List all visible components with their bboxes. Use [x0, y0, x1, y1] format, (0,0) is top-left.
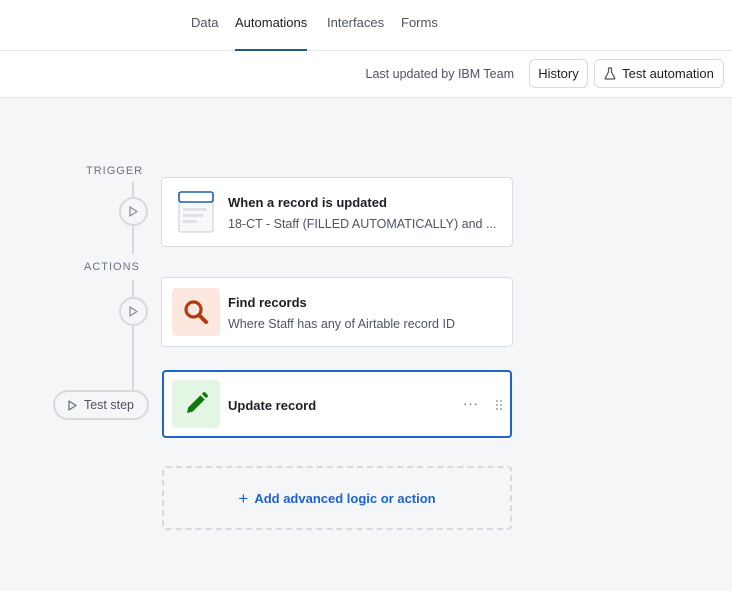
tab-data[interactable]: Data — [191, 15, 218, 51]
add-action-button[interactable]: + Add advanced logic or action — [162, 466, 512, 530]
play-icon — [129, 306, 138, 317]
plus-icon: + — [238, 488, 249, 508]
play-icon — [68, 399, 77, 411]
pencil-icon — [187, 391, 209, 413]
find-records-card[interactable]: Find records Where Staff has any of Airt… — [161, 277, 513, 347]
drag-handle-icon[interactable] — [495, 399, 503, 411]
history-button[interactable]: History — [529, 59, 588, 88]
trigger-card[interactable]: When a record is updated 18-CT - Staff (… — [161, 177, 513, 247]
trigger-section-label: TRIGGER — [86, 165, 144, 177]
top-nav: Data Automations Interfaces Forms — [0, 0, 732, 51]
update-record-card[interactable]: Update record ··· — [162, 370, 512, 438]
last-updated-text: Last updated by IBM Team — [365, 67, 514, 81]
update-record-title: Update record — [228, 398, 317, 413]
add-action-label: Add advanced logic or action — [254, 490, 436, 506]
history-button-label: History — [538, 66, 579, 81]
tab-automations[interactable]: Automations — [235, 15, 308, 51]
find-records-icon-box — [172, 288, 220, 336]
play-icon — [129, 206, 138, 217]
tab-interfaces[interactable]: Interfaces — [327, 15, 384, 51]
more-options-icon[interactable]: ··· — [463, 396, 479, 411]
tab-forms[interactable]: Forms — [401, 15, 438, 51]
run-find-step-button[interactable] — [119, 297, 148, 326]
find-records-title: Find records — [228, 295, 307, 310]
trigger-icon-box — [172, 188, 220, 236]
flask-icon — [604, 67, 616, 80]
actions-section-label: ACTIONS — [84, 261, 140, 273]
record-form-icon — [178, 191, 214, 233]
update-record-icon-box — [172, 380, 220, 428]
run-trigger-step-button[interactable] — [119, 197, 148, 226]
trigger-title: When a record is updated — [228, 195, 387, 210]
find-records-subtitle: Where Staff has any of Airtable record I… — [228, 317, 455, 331]
search-icon — [184, 300, 208, 324]
trigger-subtitle: 18-CT - Staff (FILLED AUTOMATICALLY) and… — [228, 217, 497, 231]
test-automation-label: Test automation — [622, 66, 714, 81]
test-automation-button[interactable]: Test automation — [594, 59, 724, 88]
automation-toolbar: Last updated by IBM Team History Test au… — [0, 51, 732, 98]
test-step-button[interactable]: Test step — [53, 390, 149, 420]
test-step-label: Test step — [83, 398, 135, 412]
